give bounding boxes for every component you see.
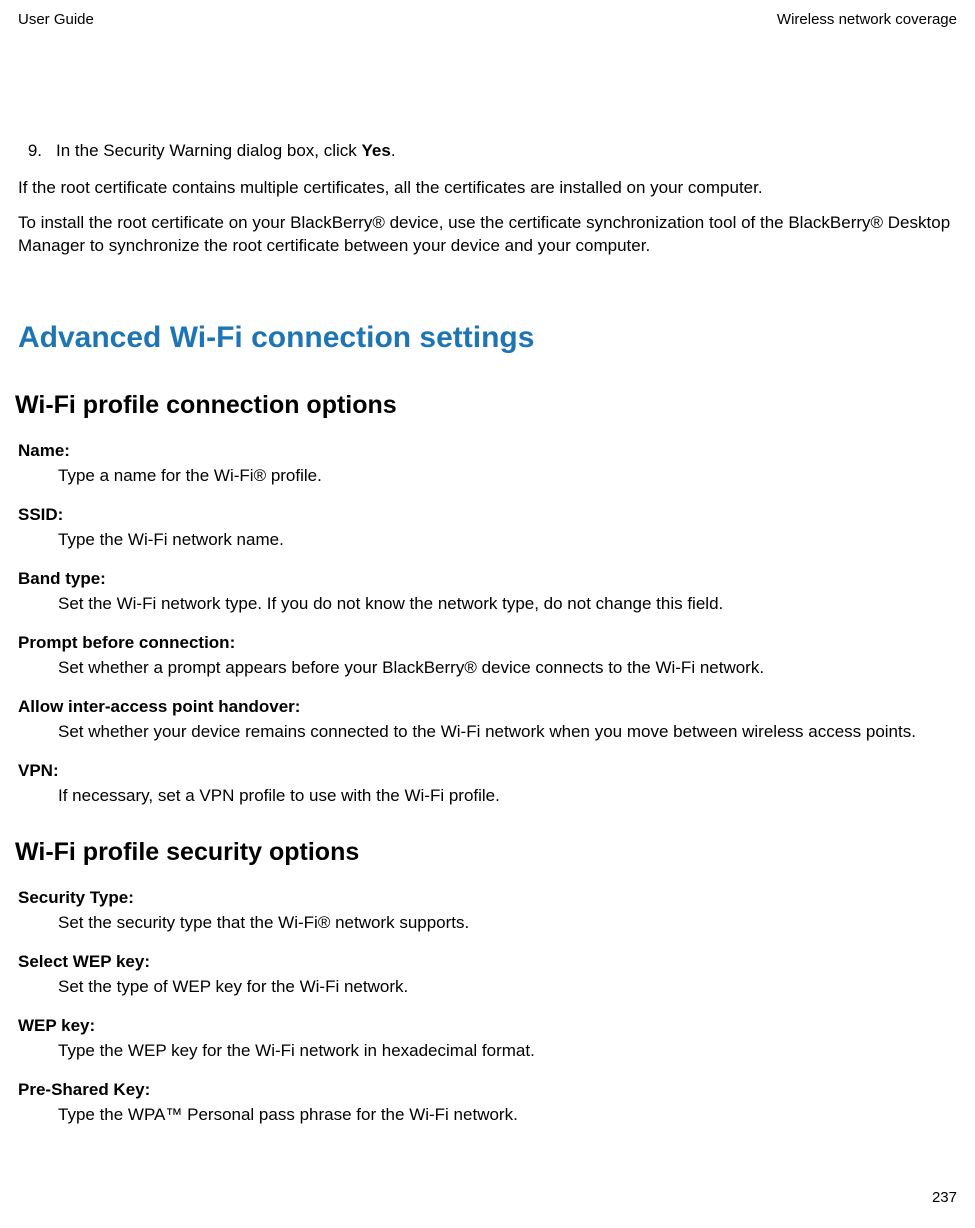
step-9: 9. In the Security Warning dialog box, c…	[18, 140, 957, 163]
desc-wep-key: Type the WEP key for the Wi-Fi network i…	[58, 1040, 957, 1063]
term-name: Name:	[18, 440, 957, 463]
term-select-wep: Select WEP key:	[18, 951, 957, 974]
term-wep-key: WEP key:	[18, 1015, 957, 1038]
term-psk: Pre-Shared Key:	[18, 1079, 957, 1102]
header-right: Wireless network coverage	[777, 10, 957, 30]
page-content: 9. In the Security Warning dialog box, c…	[0, 30, 975, 1127]
desc-name: Type a name for the Wi-Fi® profile.	[58, 465, 957, 488]
desc-select-wep: Set the type of WEP key for the Wi-Fi ne…	[58, 976, 957, 999]
step-text-bold: Yes	[362, 141, 391, 160]
step-text-after: .	[391, 141, 396, 160]
term-band-type: Band type:	[18, 568, 957, 591]
heading-advanced-wifi: Advanced Wi-Fi connection settings	[18, 318, 957, 359]
page-number: 237	[932, 1188, 957, 1208]
paragraph-install-root-cert: To install the root certificate on your …	[18, 212, 957, 258]
term-security-type: Security Type:	[18, 887, 957, 910]
term-prompt: Prompt before connection:	[18, 632, 957, 655]
desc-security-type: Set the security type that the Wi-Fi® ne…	[58, 912, 957, 935]
desc-ssid: Type the Wi-Fi network name.	[58, 529, 957, 552]
step-text: In the Security Warning dialog box, clic…	[56, 140, 396, 163]
term-vpn: VPN:	[18, 760, 957, 783]
desc-psk: Type the WPA™ Personal pass phrase for t…	[58, 1104, 957, 1127]
header-left: User Guide	[18, 10, 94, 30]
term-ssid: SSID:	[18, 504, 957, 527]
page-header: User Guide Wireless network coverage	[0, 0, 975, 30]
step-text-before: In the Security Warning dialog box, clic…	[56, 141, 362, 160]
desc-vpn: If necessary, set a VPN profile to use w…	[58, 785, 957, 808]
term-handover: Allow inter-access point handover:	[18, 696, 957, 719]
step-number: 9.	[18, 140, 42, 163]
desc-prompt: Set whether a prompt appears before your…	[58, 657, 957, 680]
heading-connection-options: Wi-Fi profile connection options	[15, 389, 957, 423]
paragraph-root-cert-multi: If the root certificate contains multipl…	[18, 177, 957, 200]
heading-security-options: Wi-Fi profile security options	[15, 836, 957, 870]
desc-handover: Set whether your device remains connecte…	[58, 721, 957, 744]
desc-band-type: Set the Wi-Fi network type. If you do no…	[58, 593, 957, 616]
